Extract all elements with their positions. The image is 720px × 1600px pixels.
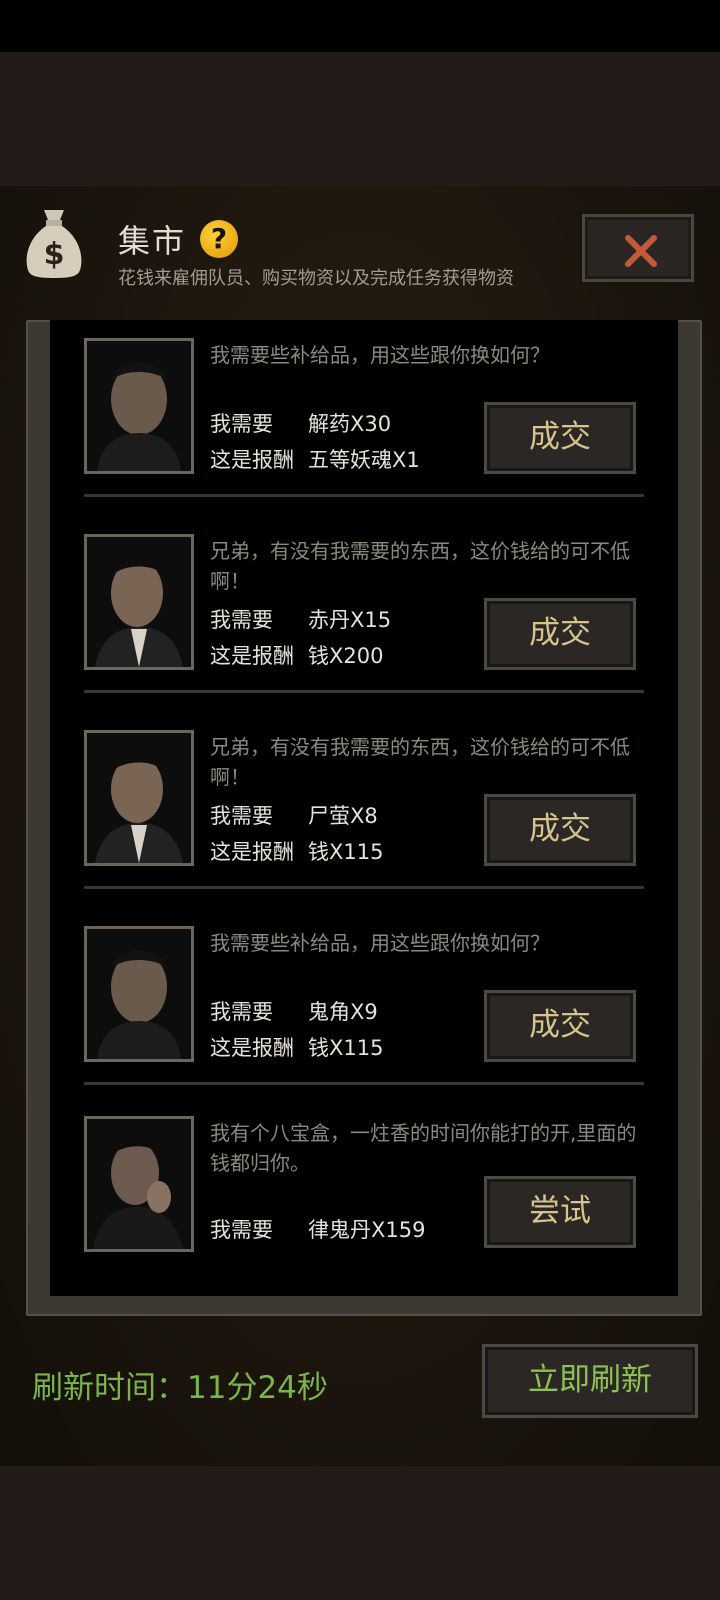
need-row: 我需要 鬼角X9 [210, 996, 378, 1026]
market-panel: $ 集市 ? 花钱来雇佣队员、购买物资以及完成任务获得物资 我需要些补给品，用这… [0, 186, 720, 1466]
npc-portrait [84, 1116, 194, 1252]
close-icon [625, 235, 657, 267]
divider [84, 886, 644, 889]
offer-message: 我需要些补给品，用这些跟你换如何？ [210, 343, 550, 367]
reward-value: 钱X200 [308, 644, 384, 668]
npc-portrait [84, 534, 194, 670]
deal-button[interactable]: 成交 [484, 598, 636, 670]
reward-value: 五等妖魂X1 [308, 448, 420, 472]
offer-message: 我有个八宝盒，一炷香的时间你能打的开,里面的钱都归你。 [210, 1121, 637, 1175]
offer-message: 兄弟，有没有我需要的东西，这价钱给的可不低啊！ [210, 539, 630, 593]
need-label: 我需要 [210, 1218, 273, 1242]
reward-row: 这是报酬 钱X200 [210, 640, 383, 670]
need-value: 律鬼丹X159 [308, 1218, 426, 1242]
page-title: 集市 [118, 222, 187, 260]
npc-portrait [84, 926, 194, 1062]
divider [84, 690, 644, 693]
need-row: 我需要 赤丹X15 [210, 604, 391, 634]
reward-label: 这是报酬 [210, 840, 294, 864]
divider [84, 1082, 644, 1085]
reward-label: 这是报酬 [210, 1036, 294, 1060]
reward-value: 钱X115 [308, 840, 384, 864]
need-value: 赤丹X15 [308, 608, 392, 632]
try-button[interactable]: 尝试 [484, 1176, 636, 1248]
help-icon[interactable]: ? [200, 220, 238, 258]
need-value: 鬼角X9 [308, 1000, 378, 1024]
offer-message: 我需要些补给品，用这些跟你换如何？ [210, 931, 550, 955]
offer-message: 兄弟，有没有我需要的东西，这价钱给的可不低啊！ [210, 735, 630, 789]
svg-text:$: $ [44, 237, 65, 272]
need-label: 我需要 [210, 804, 273, 828]
deal-button[interactable]: 成交 [484, 990, 636, 1062]
need-row: 我需要 尸萤X8 [210, 800, 378, 830]
deal-button[interactable]: 成交 [484, 402, 636, 474]
page-subtitle: 花钱来雇佣队员、购买物资以及完成任务获得物资 [118, 268, 514, 289]
need-value: 尸萤X8 [308, 804, 378, 828]
need-label: 我需要 [210, 1000, 273, 1024]
need-label: 我需要 [210, 412, 273, 436]
need-value: 解药X30 [308, 412, 392, 436]
reward-value: 钱X115 [308, 1036, 384, 1060]
need-label: 我需要 [210, 608, 273, 632]
divider [84, 494, 644, 497]
deal-button[interactable]: 成交 [484, 794, 636, 866]
reward-row: 这是报酬 钱X115 [210, 1032, 383, 1062]
reward-label: 这是报酬 [210, 448, 294, 472]
reward-row: 这是报酬 钱X115 [210, 836, 383, 866]
status-bar [0, 0, 720, 52]
reward-label: 这是报酬 [210, 644, 294, 668]
need-row: 我需要 解药X30 [210, 408, 391, 438]
npc-portrait [84, 730, 194, 866]
need-row: 我需要 律鬼丹X159 [210, 1214, 425, 1244]
offer-list-frame: 我需要些补给品，用这些跟你换如何？ 我需要 解药X30 这是报酬 五等妖魂X1 成交 [26, 320, 702, 1316]
money-bag-icon: $ [26, 210, 82, 278]
close-button[interactable] [582, 214, 694, 282]
offer-list[interactable]: 我需要些补给品，用这些跟你换如何？ 我需要 解药X30 这是报酬 五等妖魂X1 成交 [50, 320, 678, 1296]
npc-portrait [84, 338, 194, 474]
refresh-timer: 刷新时间：11分24秒 [32, 1370, 328, 1406]
reward-row: 这是报酬 五等妖魂X1 [210, 444, 420, 474]
refresh-now-button[interactable]: 立即刷新 [482, 1344, 698, 1418]
